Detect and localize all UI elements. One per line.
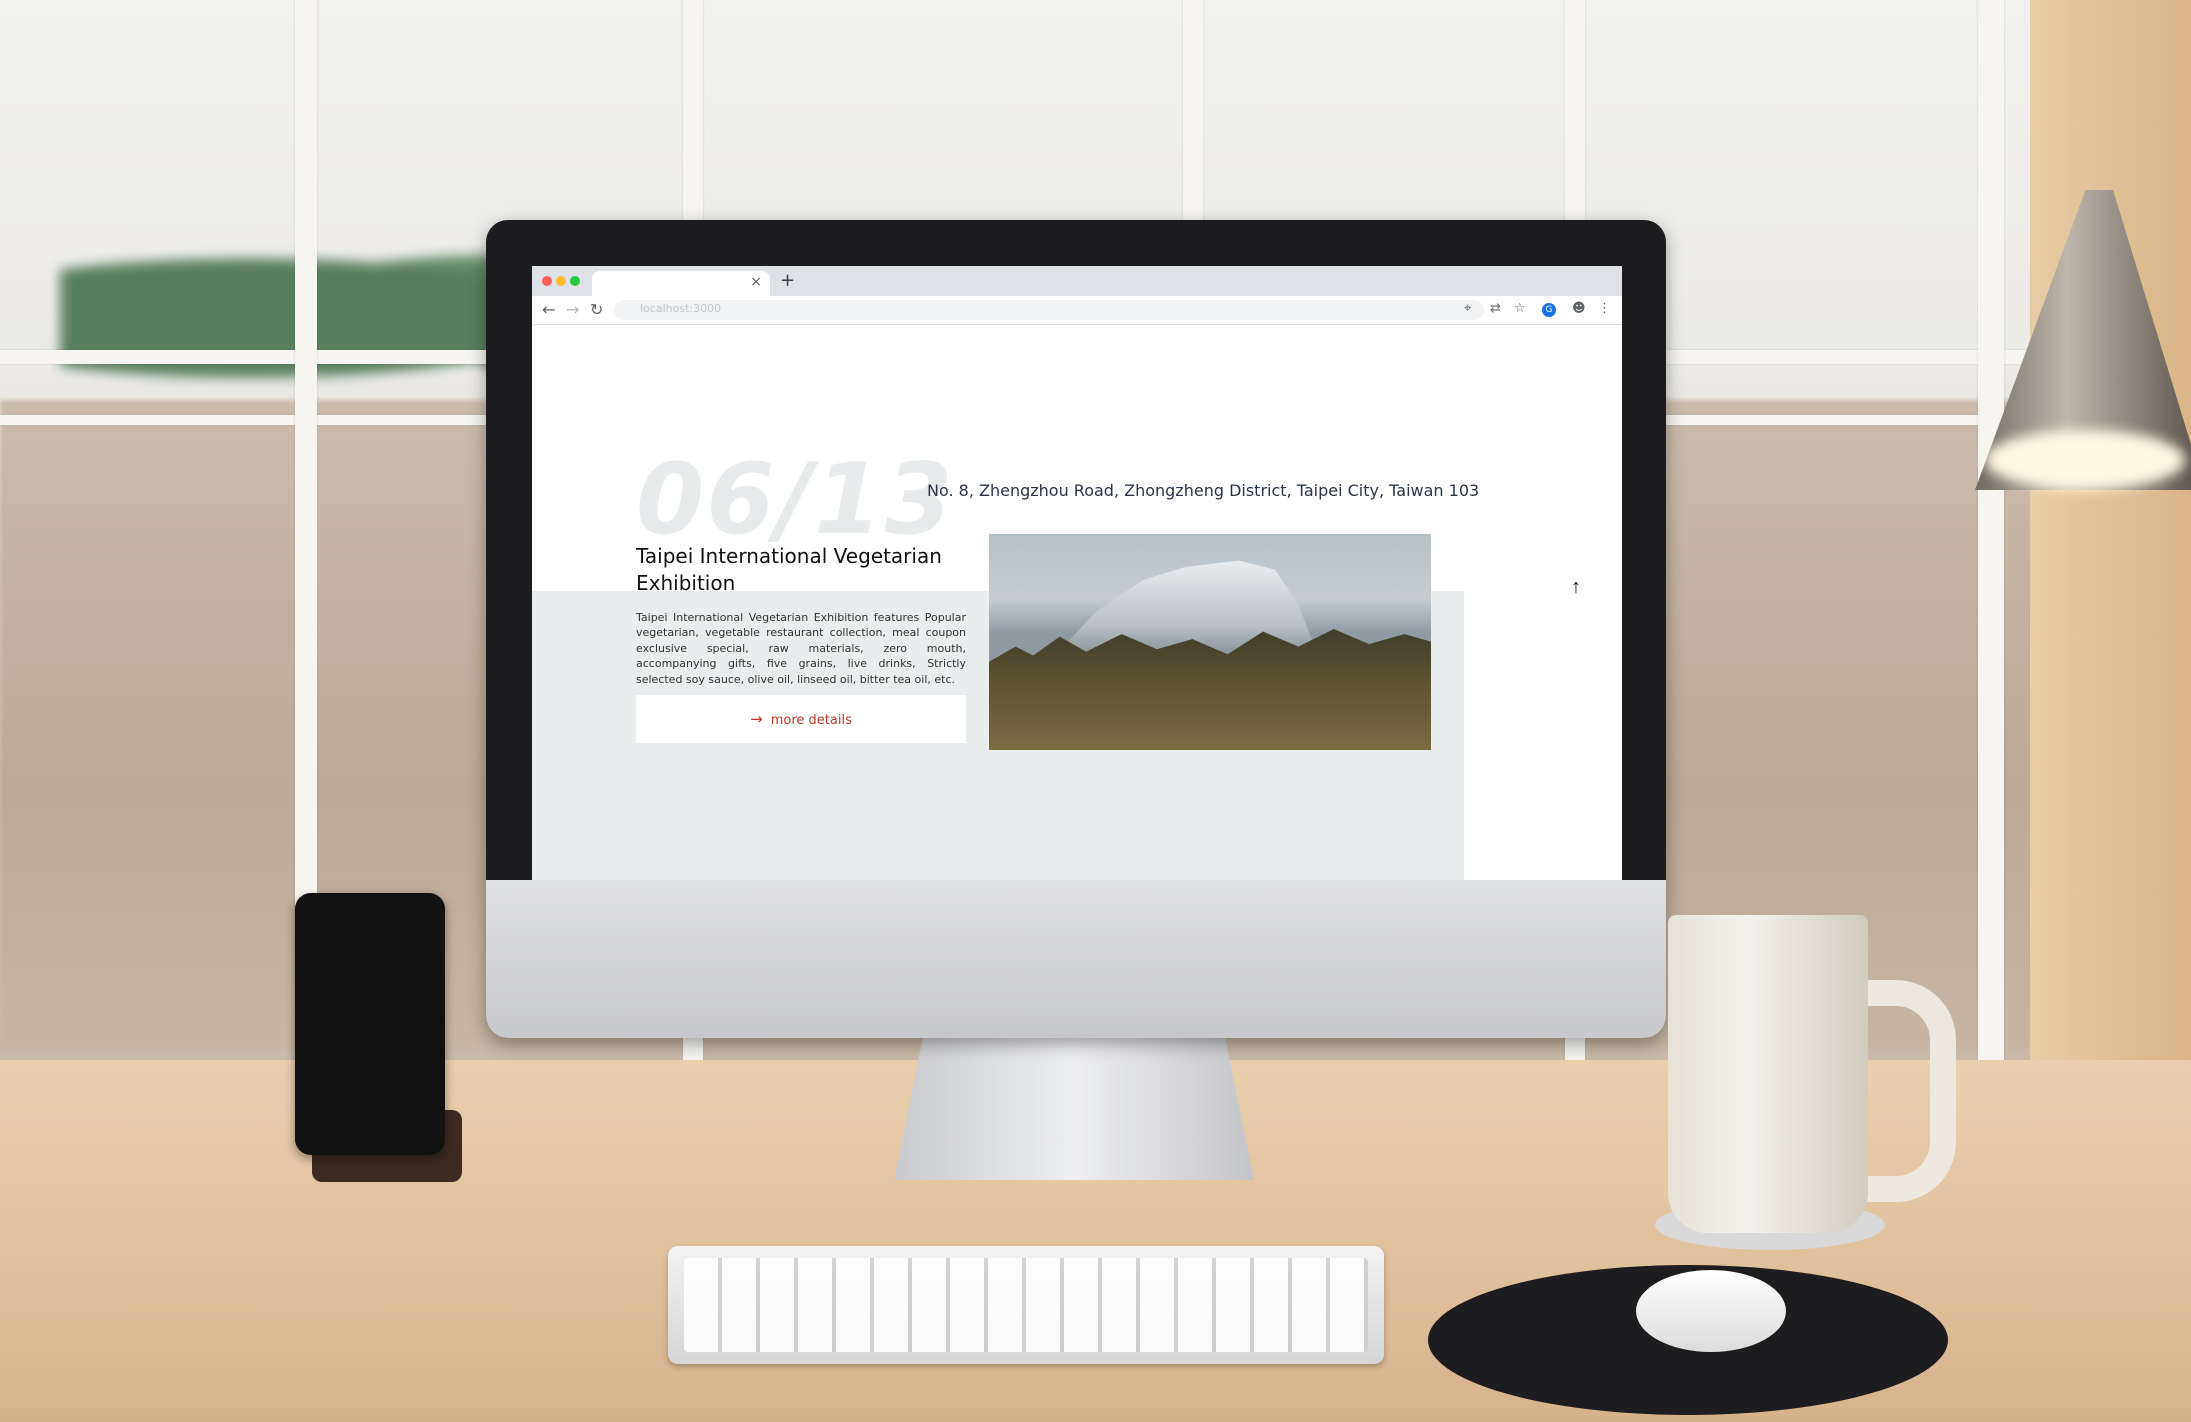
close-tab-icon[interactable]: × bbox=[750, 274, 762, 290]
window-frame bbox=[1978, 0, 2004, 1060]
browser-tab[interactable]: × bbox=[592, 271, 770, 296]
page-content: 06/13 No. 8, Zhengzhou Road, Zhongzheng … bbox=[532, 325, 1622, 880]
keyboard-keys bbox=[684, 1258, 1368, 1352]
mug bbox=[1668, 915, 1868, 1233]
forward-icon[interactable]: → bbox=[566, 300, 579, 319]
bookmark-star-icon[interactable]: ☆ bbox=[1514, 301, 1526, 316]
translate-icon[interactable]: ⇄ bbox=[1490, 301, 1501, 316]
address-bar-url: localhost:3000 bbox=[640, 302, 722, 315]
event-photo bbox=[989, 534, 1431, 750]
event-title: Taipei International Vegetarian Exhibiti… bbox=[636, 544, 942, 595]
scroll-to-top-button[interactable]: ↑ bbox=[1562, 573, 1590, 601]
back-icon[interactable]: ← bbox=[542, 300, 555, 319]
event-description: Taipei International Vegetarian Exhibiti… bbox=[636, 611, 966, 686]
more-details-label: more details bbox=[770, 713, 852, 728]
arrow-right-icon: → bbox=[750, 710, 763, 728]
keyboard bbox=[668, 1246, 1384, 1364]
reload-icon[interactable]: ↻ bbox=[590, 300, 603, 319]
lamp-light bbox=[1985, 430, 2185, 490]
event-address: No. 8, Zhengzhou Road, Zhongzheng Distri… bbox=[927, 481, 1480, 500]
new-tab-icon[interactable]: + bbox=[780, 270, 795, 291]
apple-logo-icon bbox=[1050, 948, 1098, 1004]
event-date: 06/13 bbox=[636, 443, 955, 557]
wall bbox=[2030, 0, 2191, 1060]
maximize-window-icon[interactable] bbox=[570, 276, 580, 286]
extension-icon[interactable]: G bbox=[1542, 303, 1556, 317]
mouse bbox=[1636, 1270, 1786, 1352]
minimize-window-icon[interactable] bbox=[556, 276, 566, 286]
location-icon[interactable]: ⌖ bbox=[1464, 301, 1471, 316]
tab-strip: × + bbox=[532, 266, 1622, 296]
more-details-button[interactable]: → more details bbox=[636, 695, 966, 743]
address-bar[interactable]: localhost:3000 bbox=[614, 300, 1484, 320]
phone bbox=[295, 893, 445, 1155]
menu-icon[interactable]: ⋮ bbox=[1598, 301, 1611, 316]
profile-icon[interactable]: ☻ bbox=[1572, 301, 1586, 316]
browser-toolbar: ← → ↻ localhost:3000 ⌖ ⇄ ☆ G ☻ ⋮ bbox=[532, 296, 1622, 325]
browser-window: × + ← → ↻ localhost:3000 ⌖ ⇄ ☆ G ☻ ⋮ 06/… bbox=[532, 266, 1622, 880]
monitor-stand bbox=[894, 1038, 1254, 1180]
close-window-icon[interactable] bbox=[542, 276, 552, 286]
